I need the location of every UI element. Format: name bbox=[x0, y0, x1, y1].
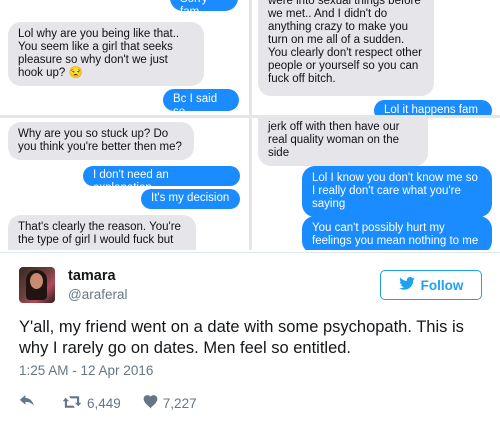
like-button[interactable]: 7,227 bbox=[143, 394, 197, 412]
sent-bubble: Lol it happens fam bbox=[374, 100, 492, 115]
received-bubble: That's clearly the reason. You're the ty… bbox=[8, 215, 196, 250]
twitter-bird-icon bbox=[398, 277, 415, 293]
display-name[interactable]: tamara bbox=[68, 268, 116, 284]
retweet-count: 6,449 bbox=[87, 395, 121, 411]
heart-icon bbox=[143, 394, 158, 412]
tweet-text: Y'all, my friend went on a date with som… bbox=[19, 318, 464, 357]
like-count: 7,227 bbox=[162, 395, 197, 411]
panel-top-right: were into sexual things before we met.. … bbox=[252, 0, 500, 115]
avatar[interactable] bbox=[19, 267, 55, 303]
retweet-icon bbox=[62, 395, 82, 412]
partial-sent-bubble: Sorry fam bbox=[170, 0, 238, 18]
sent-bubble: I don't need an explanation bbox=[83, 166, 240, 194]
received-bubble: jerk off with then have our real quality… bbox=[258, 118, 428, 166]
sent-bubble: Bc I said so bbox=[163, 89, 239, 115]
panel-top-left: Sorry fam Lol why are you being like tha… bbox=[0, 0, 249, 115]
sent-bubble: Lol I know you don't know me so I really… bbox=[302, 166, 492, 217]
panel-bottom-left: Why are you so stuck up? Do you think yo… bbox=[0, 118, 249, 250]
panel-bottom-right: jerk off with then have our real quality… bbox=[252, 118, 500, 250]
follow-label: Follow bbox=[420, 277, 464, 293]
tweet-actions: 6,449 7,227 bbox=[19, 393, 197, 413]
received-bubble: Lol why are you being like that.. You se… bbox=[8, 22, 204, 86]
retweet-button[interactable]: 6,449 bbox=[62, 395, 121, 412]
tweet-card: tamara @araferal Follow Y'all, my friend… bbox=[0, 252, 500, 424]
partial-received-bubble: were into sexual things before we met.. … bbox=[258, 0, 434, 96]
tweet-timestamp[interactable]: 1:25 AM - 12 Apr 2016 bbox=[19, 363, 153, 378]
avatar-face bbox=[30, 273, 43, 289]
received-bubble: Why are you so stuck up? Do you think yo… bbox=[8, 122, 194, 160]
user-handle[interactable]: @araferal bbox=[68, 287, 127, 302]
sent-bubble: You can't possibly hurt my feelings you … bbox=[302, 216, 492, 250]
follow-button[interactable]: Follow bbox=[380, 270, 482, 300]
sent-bubble: It's my decision bbox=[141, 189, 240, 209]
reply-button[interactable] bbox=[19, 394, 36, 412]
reply-icon bbox=[19, 394, 36, 412]
conversation-collage: Sorry fam Lol why are you being like tha… bbox=[0, 0, 500, 250]
